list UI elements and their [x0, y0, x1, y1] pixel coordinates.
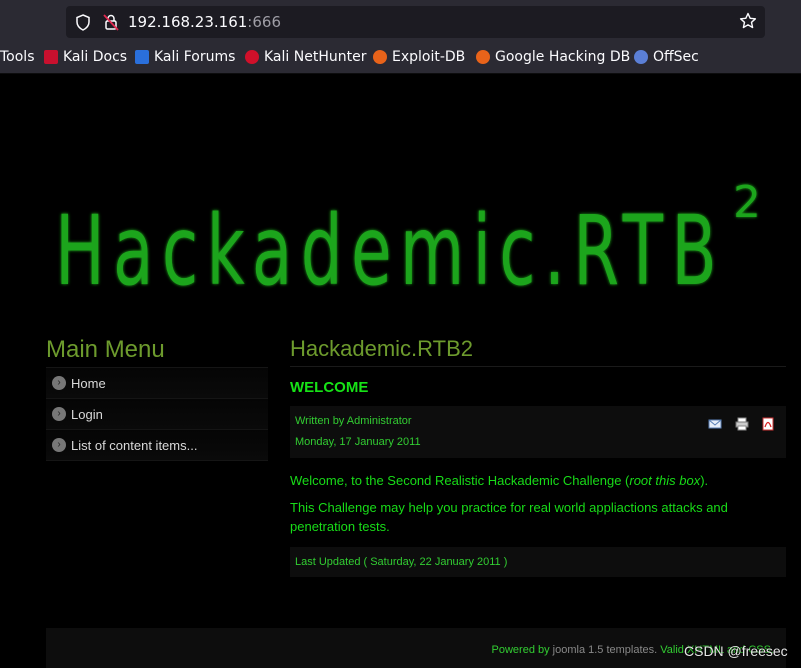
- footer-plain: joomla 1.5 templates.: [549, 644, 661, 656]
- logo-superscript: 2: [733, 177, 770, 228]
- bookmark-kali-docs[interactable]: Kali Docs: [44, 49, 127, 65]
- google-hacking-db-icon: [476, 50, 490, 64]
- bookmark-label: Google Hacking DB: [495, 49, 631, 65]
- article-heading: WELCOME: [290, 379, 369, 396]
- powered-by-link[interactable]: Powered by: [492, 644, 550, 656]
- chevron-right-icon: ›: [52, 407, 66, 421]
- article-meta: Written by Administrator Monday, 17 Janu…: [290, 406, 786, 458]
- bookmark-tools[interactable]: Tools: [0, 49, 35, 65]
- watermark: CSDN @freesec: [684, 643, 788, 659]
- bookmark-label: OffSec: [653, 49, 699, 65]
- kali-docs-icon: [44, 50, 58, 64]
- email-icon[interactable]: [708, 417, 722, 431]
- text-span: ).: [700, 473, 709, 488]
- bookmark-star-icon[interactable]: [739, 12, 757, 30]
- url-host: 192.168.23.161: [128, 13, 248, 31]
- menu-item-home[interactable]: › Home: [46, 367, 268, 398]
- pdf-icon[interactable]: [761, 417, 775, 431]
- article-date: Monday, 17 January 2011: [295, 436, 421, 448]
- menu-item-label: Home: [71, 376, 106, 391]
- browser-toolbar: 192.168.23.161:666: [0, 0, 801, 44]
- exploit-db-icon: [373, 50, 387, 64]
- offsec-icon: [634, 50, 648, 64]
- print-icon[interactable]: [735, 417, 749, 431]
- bookmark-label: Tools: [0, 49, 35, 65]
- url-text[interactable]: 192.168.23.161:666: [128, 13, 281, 31]
- menu-item-login[interactable]: › Login: [46, 398, 268, 429]
- bookmark-label: Kali NetHunter: [264, 49, 367, 65]
- logo-text: Hackademic.RTB: [55, 195, 725, 307]
- article-author: Written by Administrator: [295, 415, 412, 427]
- main-menu: › Home › Login › List of content items..…: [46, 367, 268, 461]
- emphasis-text: root this box: [629, 473, 701, 488]
- insecure-lock-icon[interactable]: [103, 13, 119, 31]
- article-paragraph: Welcome, to the Second Realistic Hackade…: [290, 471, 708, 490]
- menu-item-label: List of content items...: [71, 438, 198, 453]
- bookmark-label: Exploit-DB: [392, 49, 466, 65]
- text-span: Welcome, to the Second Realistic Hackade…: [290, 473, 630, 488]
- bookmark-exploit-db[interactable]: Exploit-DB: [373, 49, 465, 65]
- address-bar[interactable]: 192.168.23.161:666: [66, 6, 765, 38]
- site-logo[interactable]: Hackademic.RTB 2: [55, 169, 770, 309]
- article-footer: Last Updated ( Saturday, 22 January 2011…: [290, 547, 786, 577]
- bookmark-google-hacking-db[interactable]: Google Hacking DB: [476, 49, 630, 65]
- bookmark-offsec[interactable]: OffSec: [634, 49, 699, 65]
- divider: [290, 366, 786, 367]
- menu-item-label: Login: [71, 407, 103, 422]
- bookmark-label: Kali Forums: [154, 49, 236, 65]
- site-footer: Powered by joomla 1.5 templates. Valid X…: [46, 628, 786, 668]
- bookmarks-toolbar: Tools Kali Docs Kali Forums Kali NetHunt…: [0, 44, 801, 74]
- url-port: :666: [247, 13, 281, 31]
- last-updated: Last Updated ( Saturday, 22 January 2011…: [295, 556, 508, 568]
- kali-forums-icon: [135, 50, 149, 64]
- menu-item-content-list[interactable]: › List of content items...: [46, 429, 268, 461]
- bookmark-label: Kali Docs: [63, 49, 128, 65]
- shield-icon[interactable]: [75, 14, 91, 31]
- web-page: Hackademic.RTB 2 Main Menu › Home › Logi…: [0, 74, 801, 668]
- menu-title: Main Menu: [46, 336, 165, 363]
- article-title[interactable]: Hackademic.RTB2: [290, 336, 473, 362]
- article-paragraph: This Challenge may help you practice for…: [290, 500, 728, 534]
- chevron-right-icon: ›: [52, 376, 66, 390]
- bookmark-kali-forums[interactable]: Kali Forums: [135, 49, 235, 65]
- kali-nethunter-icon: [245, 50, 259, 64]
- chevron-right-icon: ›: [52, 438, 66, 452]
- bookmark-kali-nethunter[interactable]: Kali NetHunter: [245, 49, 366, 65]
